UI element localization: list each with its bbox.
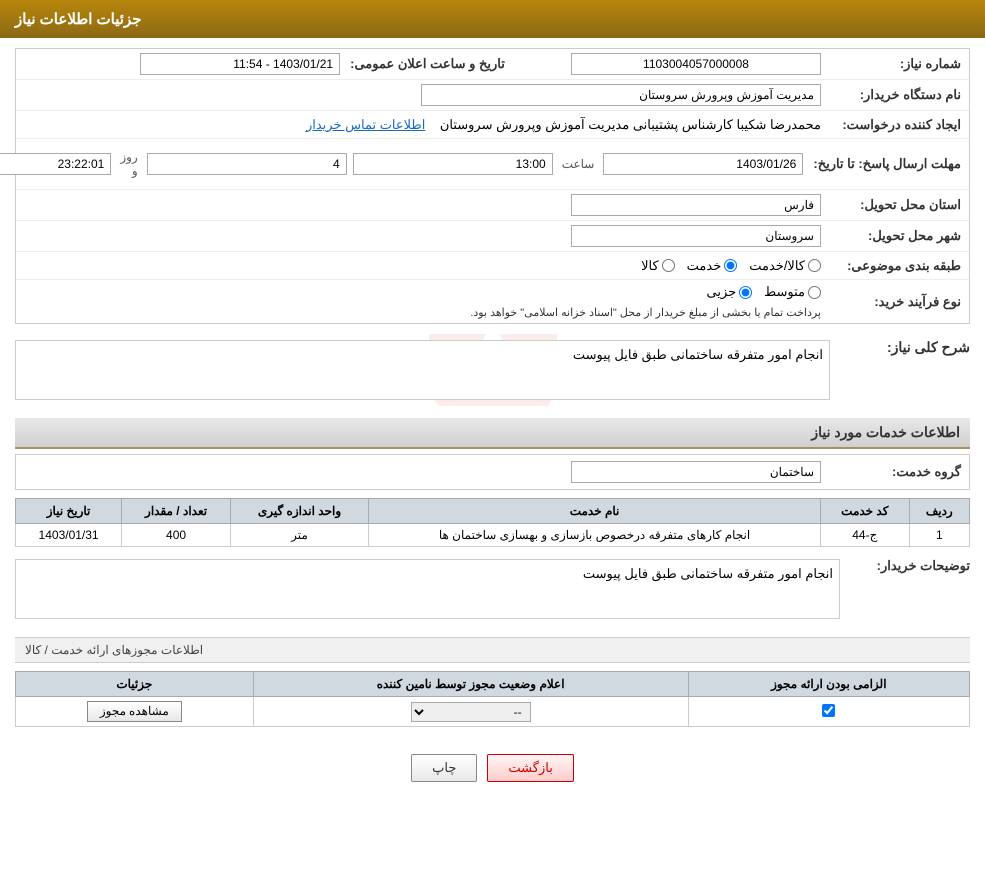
- category-option-kala[interactable]: کالا: [641, 258, 675, 274]
- contact-link[interactable]: اطلاعات تماس خریدار: [306, 117, 425, 132]
- requester-value: محمدرضا شکیبا کارشناس پشتیبانی مدیریت آم…: [440, 117, 821, 132]
- permit-required-checkbox[interactable]: [822, 704, 835, 717]
- need-number-value-cell: [505, 53, 821, 75]
- announce-date-value-cell: [24, 53, 340, 75]
- table-row: 1 ج-44 انجام کارهای متفرقه درخصوص بازساز…: [16, 524, 970, 547]
- row-category: طبقه بندی موضوعی: کالا/خدمت خدمت کالا: [16, 252, 969, 280]
- deadline-day-input[interactable]: [147, 153, 347, 175]
- deadline-value-cell: ساعت روز و ساعت باقی مانده: [0, 143, 803, 185]
- category-value-cell: کالا/خدمت خدمت کالا: [24, 258, 821, 274]
- row-requester: ایجاد کننده درخواست: محمدرضا شکیبا کارشن…: [16, 111, 969, 139]
- print-button[interactable]: چاپ: [411, 754, 477, 782]
- cell-count: 400: [122, 524, 231, 547]
- need-description-section: شرح کلی نیاز: انجام امور متفرقه ساختمانی…: [15, 334, 970, 406]
- services-section-title: اطلاعات خدمات مورد نیاز: [15, 418, 970, 449]
- cell-permit-details: مشاهده مجوز: [16, 697, 254, 727]
- services-section: اطلاعات خدمات مورد نیاز گروه خدمت: ردیف …: [15, 418, 970, 625]
- cell-permit-status: --: [253, 697, 688, 727]
- row-service-group: گروه خدمت:: [15, 454, 970, 490]
- row-province: استان محل تحویل:: [16, 190, 969, 221]
- service-group-input[interactable]: [571, 461, 821, 483]
- province-input[interactable]: [571, 194, 821, 216]
- row-need-number: شماره نیاز: تاریخ و ساعت اعلان عمومی:: [16, 49, 969, 80]
- city-input[interactable]: [571, 225, 821, 247]
- service-group-label: گروه خدمت:: [821, 464, 961, 480]
- deadline-label: مهلت ارسال پاسخ: تا تاریخ:: [803, 156, 961, 172]
- cell-unit: متر: [230, 524, 368, 547]
- cell-need-date: 1403/01/31: [16, 524, 122, 547]
- need-desc-value-cell: انجام امور متفرقه ساختمانی طبق فایل پیوس…: [15, 334, 830, 406]
- back-button[interactable]: بازگشت: [487, 754, 573, 782]
- need-desc-section-title: شرح کلی نیاز:: [877, 339, 970, 355]
- purchase-option-jozii[interactable]: جزیی: [706, 284, 752, 300]
- th-unit: واحد اندازه گیری: [230, 499, 368, 524]
- row-city: شهر محل تحویل:: [16, 221, 969, 252]
- buyer-org-value-cell: [24, 84, 821, 106]
- buyer-notes-label: توضیحات خریدار:: [850, 553, 970, 574]
- page-wrapper: جزئیات اطلاعات نیاز شماره نیاز: تاریخ و …: [0, 0, 985, 875]
- deadline-time-input[interactable]: [353, 153, 553, 175]
- row-deadline: مهلت ارسال پاسخ: تا تاریخ: ساعت روز و سا…: [16, 139, 969, 190]
- need-description-text: انجام امور متفرقه ساختمانی طبق فایل پیوس…: [573, 347, 823, 362]
- table-row: -- مشاهده مجوز: [16, 697, 970, 727]
- th-service-code: کد خدمت: [821, 499, 910, 524]
- deadline-remaining-input[interactable]: [0, 153, 111, 175]
- category-label: طبقه بندی موضوعی:: [821, 258, 961, 274]
- permits-section: اطلاعات مجوزهای ارائه خدمت / کالا الزامی…: [15, 637, 970, 727]
- need-number-input[interactable]: [571, 53, 821, 75]
- th-status: اعلام وضعیت مجوز توسط نامین کننده: [253, 672, 688, 697]
- requester-value-cell: محمدرضا شکیبا کارشناس پشتیبانی مدیریت آم…: [24, 117, 821, 133]
- content-area: شماره نیاز: تاریخ و ساعت اعلان عمومی: نا…: [0, 38, 985, 807]
- main-info-section: شماره نیاز: تاریخ و ساعت اعلان عمومی: نا…: [15, 48, 970, 324]
- province-value-cell: [24, 194, 821, 216]
- city-label: شهر محل تحویل:: [821, 228, 961, 244]
- purchase-desc: پرداخت تمام یا بخشی از مبلغ خریدار از مح…: [470, 307, 821, 319]
- cell-row-num: 1: [909, 524, 969, 547]
- category-option-kala-khedmat[interactable]: کالا/خدمت: [749, 258, 821, 274]
- permit-status-select[interactable]: --: [411, 702, 531, 722]
- buyer-notes-value-cell: انجام امور متفرقه ساختمانی طبق فایل پیوس…: [15, 553, 840, 625]
- purchase-option-motavaset[interactable]: متوسط: [764, 284, 821, 300]
- cell-service-code: ج-44: [821, 524, 910, 547]
- button-row: بازگشت چاپ: [15, 739, 970, 797]
- announce-date-label: تاریخ و ساعت اعلان عمومی:: [340, 56, 505, 72]
- purchase-type-value-cell: متوسط جزیی پرداخت تمام یا بخشی از مبلغ خ…: [24, 284, 821, 319]
- th-need-date: تاریخ نیاز: [16, 499, 122, 524]
- city-value-cell: [24, 225, 821, 247]
- announce-date-input[interactable]: [140, 53, 340, 75]
- province-label: استان محل تحویل:: [821, 197, 961, 213]
- th-required: الزامی بودن ارائه مجوز: [688, 672, 969, 697]
- need-description-box: انجام امور متفرقه ساختمانی طبق فایل پیوس…: [15, 340, 830, 400]
- need-number-label: شماره نیاز:: [821, 56, 961, 72]
- th-details: جزئیات: [16, 672, 254, 697]
- buyer-org-label: نام دستگاه خریدار:: [821, 87, 961, 103]
- page-title: جزئیات اطلاعات نیاز: [15, 11, 142, 28]
- row-purchase-type: نوع فرآیند خرید: متوسط جزیی پرداخت تمام …: [16, 280, 969, 323]
- requester-label: ایجاد کننده درخواست:: [821, 117, 961, 133]
- permits-table: الزامی بودن ارائه مجوز اعلام وضعیت مجوز …: [15, 671, 970, 727]
- services-table: ردیف کد خدمت نام خدمت واحد اندازه گیری ت…: [15, 498, 970, 547]
- permits-section-title: اطلاعات مجوزهای ارائه خدمت / کالا: [15, 637, 970, 663]
- page-header: جزئیات اطلاعات نیاز: [0, 0, 985, 38]
- cell-service-name: انجام کارهای متفرقه درخصوص بازسازی و بهس…: [369, 524, 821, 547]
- buyer-notes-text: انجام امور متفرقه ساختمانی طبق فایل پیوس…: [583, 566, 833, 581]
- buyer-notes-row: توضیحات خریدار: انجام امور متفرقه ساختما…: [15, 553, 970, 625]
- buyer-org-input[interactable]: [421, 84, 821, 106]
- th-count: تعداد / مقدار: [122, 499, 231, 524]
- service-group-value-cell: [24, 461, 821, 483]
- purchase-type-label: نوع فرآیند خرید:: [821, 294, 961, 310]
- buyer-notes-box: انجام امور متفرقه ساختمانی طبق فایل پیوس…: [15, 559, 840, 619]
- deadline-time-label: ساعت: [562, 157, 595, 171]
- category-option-khedmat[interactable]: خدمت: [687, 258, 738, 274]
- deadline-day-label: روز و: [120, 150, 137, 178]
- deadline-date-input[interactable]: [603, 153, 803, 175]
- cell-permit-required: [688, 697, 969, 727]
- th-row-num: ردیف: [909, 499, 969, 524]
- row-buyer-org: نام دستگاه خریدار:: [16, 80, 969, 111]
- th-service-name: نام خدمت: [369, 499, 821, 524]
- view-permit-button[interactable]: مشاهده مجوز: [87, 701, 182, 722]
